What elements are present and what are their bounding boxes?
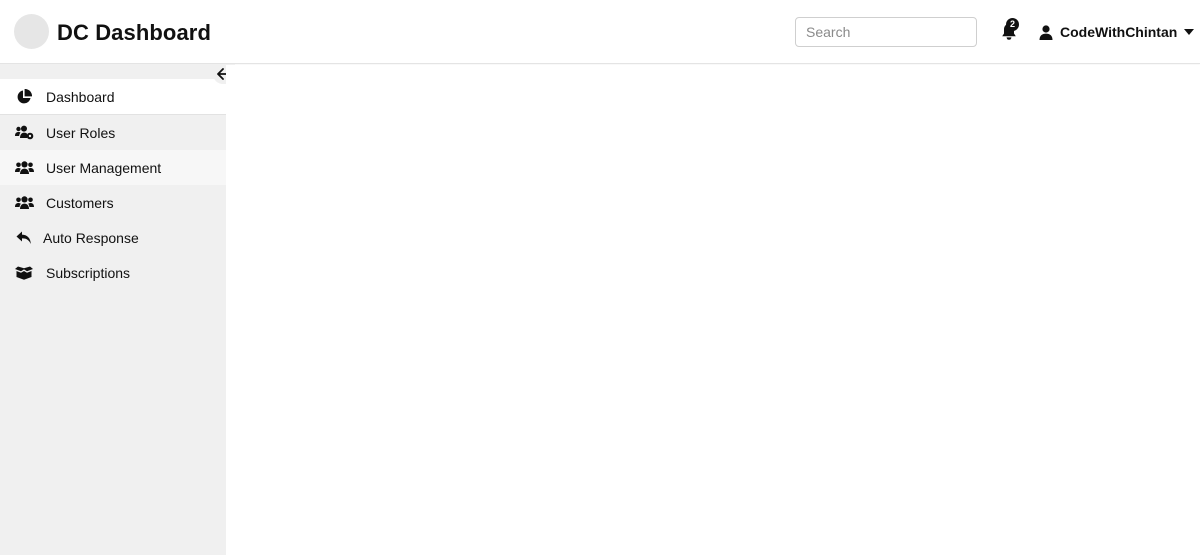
sidebar-item-dashboard[interactable]: Dashboard (0, 79, 226, 115)
sidebar-nav: Dashboard User Roles User Management Cus… (0, 79, 226, 290)
logo-placeholder (14, 14, 49, 49)
sidebar-item-label: Subscriptions (46, 264, 131, 281)
sidebar-item-auto-response[interactable]: Auto Response (0, 220, 226, 255)
sidebar-item-label: Auto Response (43, 229, 139, 246)
sidebar-item-customers[interactable]: Customers (0, 185, 226, 220)
pie-chart-icon (14, 88, 34, 105)
users-icon (14, 160, 34, 175)
top-navbar: DC Dashboard 2 CodeWithChintan (0, 0, 1200, 64)
main-content (226, 65, 1200, 555)
search-input[interactable] (795, 17, 977, 47)
users-icon (14, 195, 34, 210)
app-title: DC Dashboard (57, 20, 211, 45)
sidebar-item-label: Customers (46, 194, 114, 211)
box-open-icon (14, 266, 34, 280)
sidebar-item-label: User Roles (46, 124, 116, 141)
sidebar-item-user-roles[interactable]: User Roles (0, 115, 226, 150)
users-cog-icon (14, 125, 34, 140)
caret-down-icon (1184, 29, 1195, 35)
user-icon (1039, 24, 1053, 40)
user-name: CodeWithChintan (1060, 24, 1178, 40)
sidebar-item-user-management[interactable]: User Management (0, 150, 226, 185)
sidebar-item-label: User Management (46, 159, 162, 176)
user-menu[interactable]: CodeWithChintan (1039, 22, 1195, 42)
sidebar-item-label: Dashboard (46, 88, 115, 105)
sidebar: Dashboard User Roles User Management Cus… (0, 64, 226, 555)
reply-icon (14, 231, 34, 245)
sidebar-item-subscriptions[interactable]: Subscriptions (0, 255, 226, 290)
notification-badge: 2 (1006, 18, 1019, 31)
